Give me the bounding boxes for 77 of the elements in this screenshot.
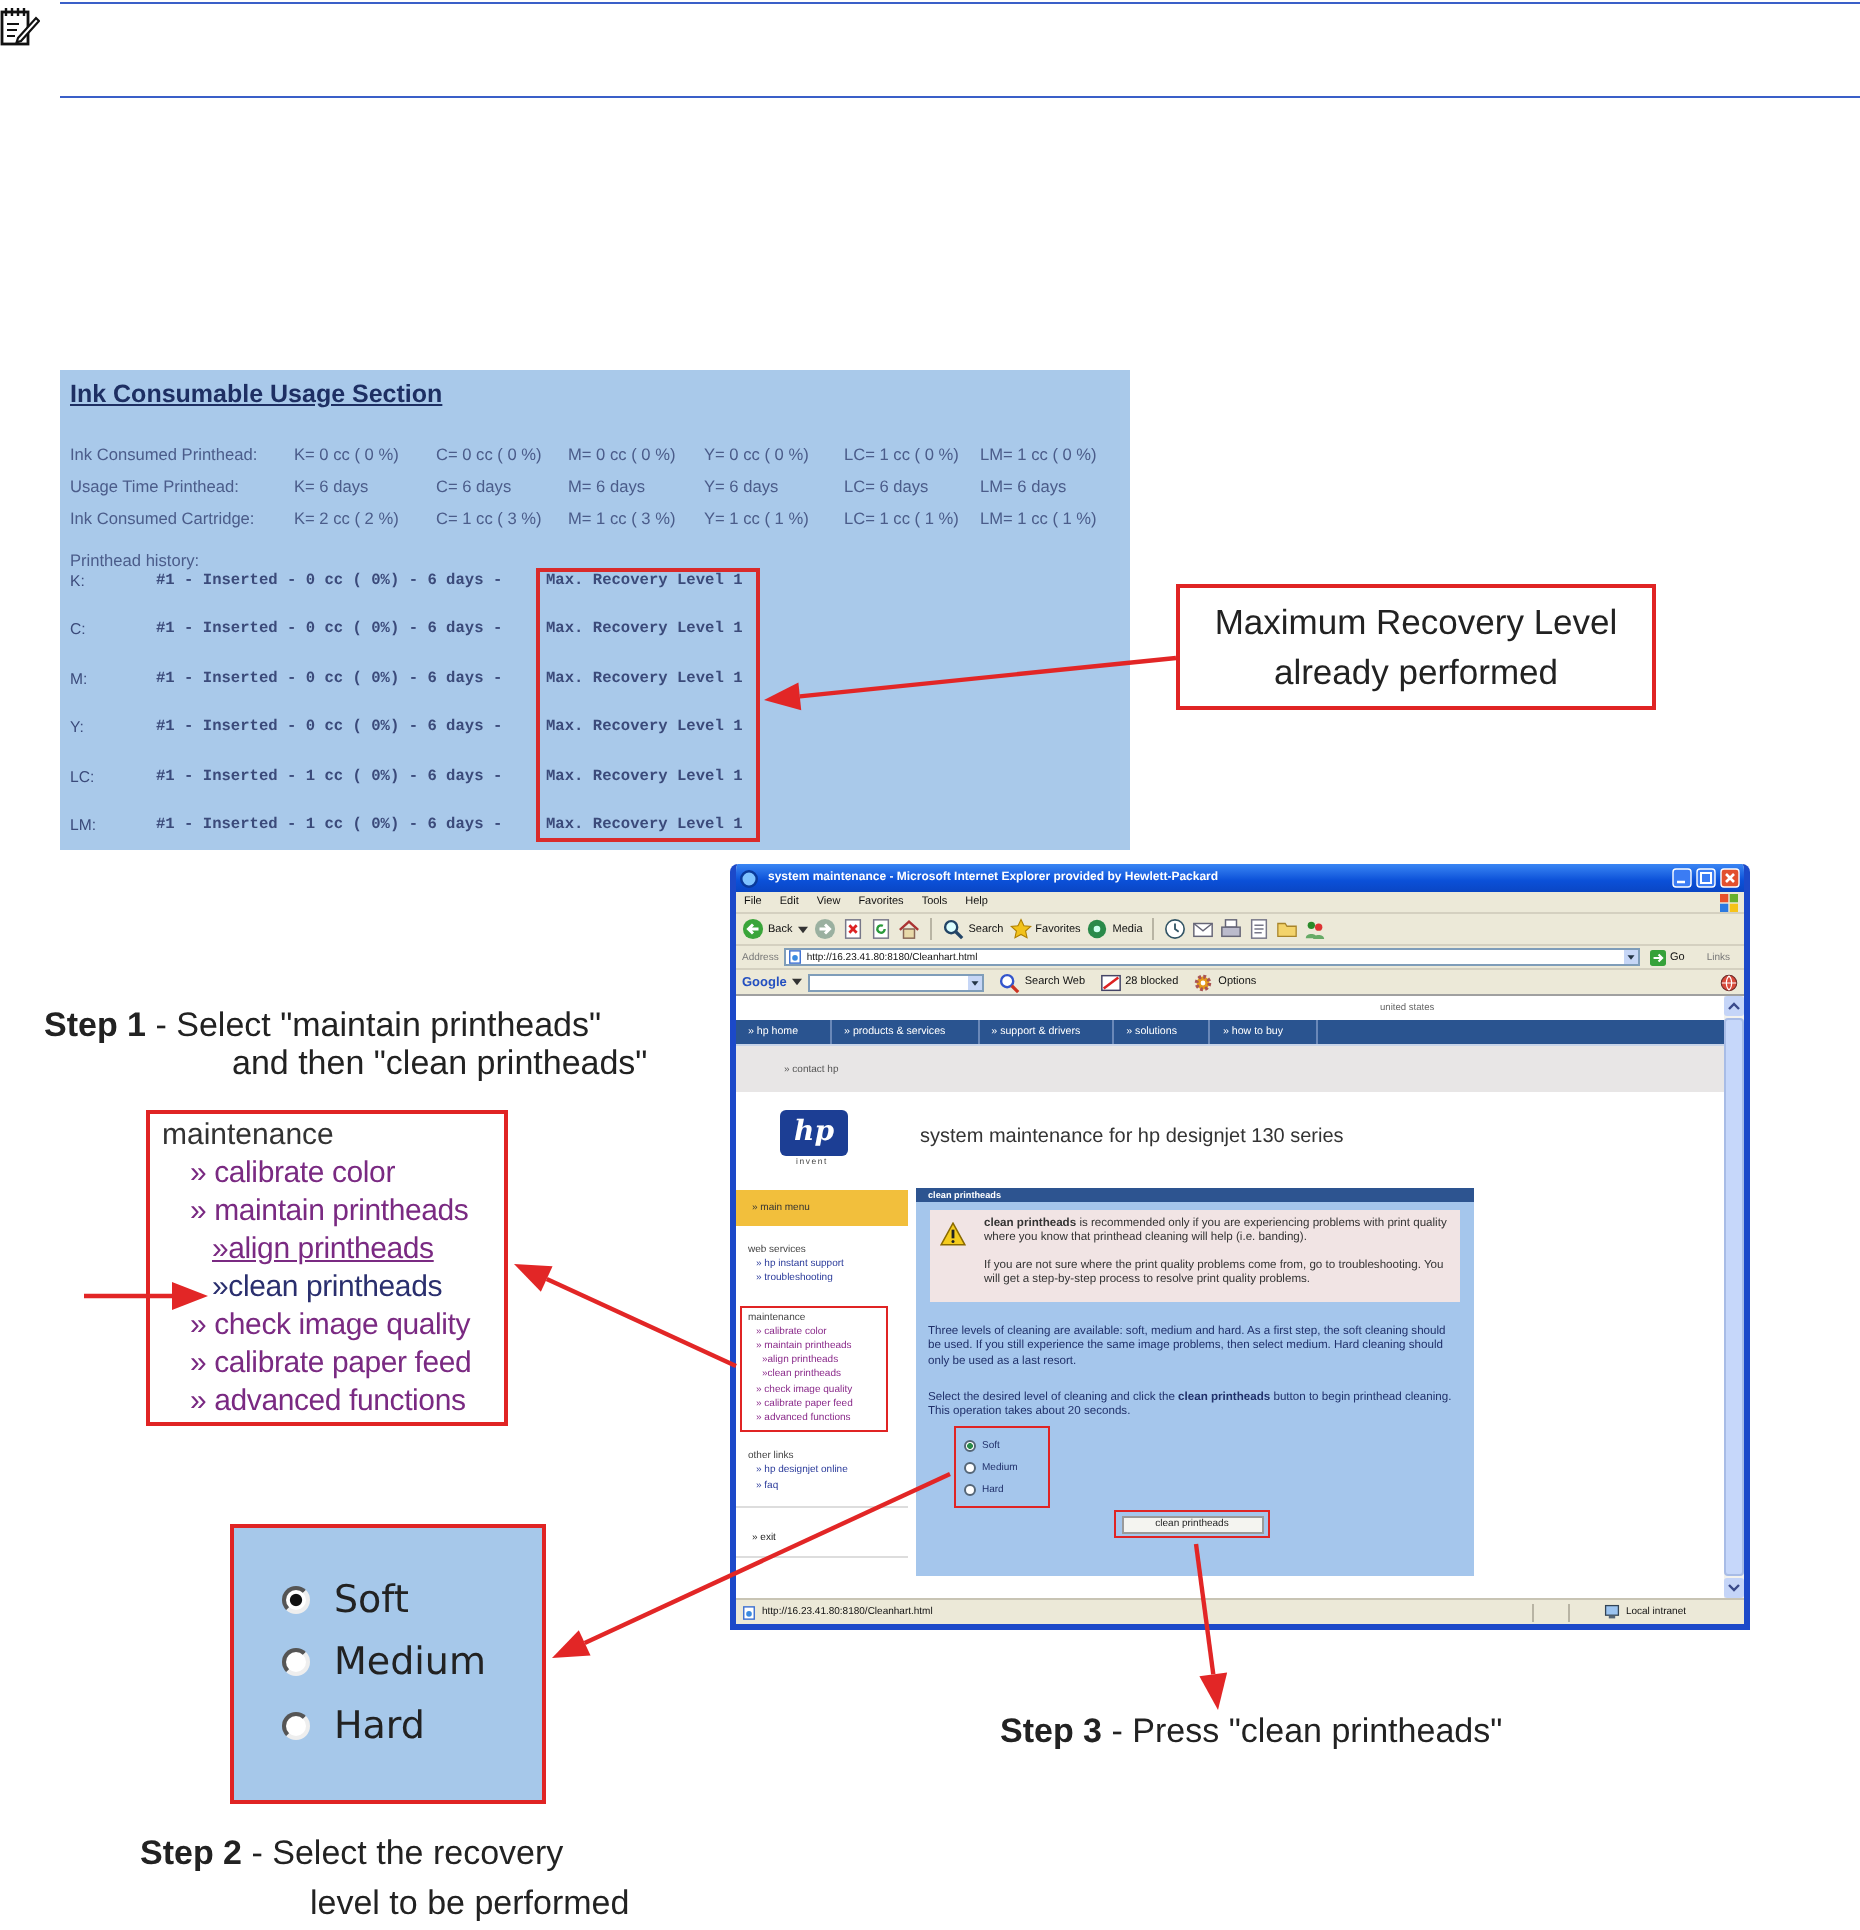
radio-button[interactable] [282, 1585, 310, 1614]
document-icon[interactable] [1248, 918, 1271, 940]
stop-icon[interactable] [842, 918, 865, 940]
usage-value: LC= 6 days [844, 474, 931, 500]
usage-value: LC= 1 cc ( 0 %) [844, 442, 961, 468]
usage-value: Y= 0 cc ( 0 %) [704, 442, 811, 468]
minimize-button[interactable] [1672, 868, 1692, 888]
folder-icon[interactable] [1276, 918, 1299, 940]
home-icon[interactable] [898, 918, 921, 940]
step-instruction: Step 2 - Select the recovery level to be performed [140, 1832, 630, 1926]
menu-link[interactable]: » calibrate color [190, 1154, 395, 1192]
page-icon [742, 1605, 756, 1619]
envelope-icon[interactable] [1192, 918, 1215, 940]
usage-value: M= 1 cc ( 3 %) [568, 506, 678, 532]
usage-value: LM= 1 cc ( 1 %) [980, 506, 1099, 532]
star-icon [1009, 918, 1032, 940]
radio-button[interactable] [964, 1483, 976, 1496]
app-icon [740, 869, 758, 887]
scroll-down-icon[interactable] [1724, 1578, 1744, 1598]
radio-button[interactable] [964, 1461, 976, 1474]
option-label: Hard [334, 1701, 425, 1750]
usage-value: M= 6 days [568, 474, 648, 500]
refresh-icon[interactable] [870, 918, 893, 940]
usage-value: LM= 1 cc ( 0 %) [980, 442, 1099, 468]
menu-link[interactable]: » maintain printheads [190, 1192, 469, 1230]
caret-icon[interactable] [792, 978, 803, 986]
search-icon [942, 918, 965, 940]
callout-box: Maximum Recovery Level already performed [1176, 584, 1656, 710]
usage-value: C= 6 days [436, 474, 514, 500]
option-label: Soft [334, 1575, 409, 1624]
menu-link[interactable]: »align printheads [212, 1230, 434, 1268]
search-field[interactable] [808, 973, 985, 991]
menu-link[interactable]: »clean printheads [212, 1268, 443, 1306]
radio-button[interactable] [282, 1648, 310, 1677]
dropdown-arrow-icon[interactable] [1623, 950, 1638, 964]
computer-icon [1603, 1604, 1620, 1620]
caret-icon[interactable] [798, 925, 809, 933]
menu-link[interactable]: » check image quality [190, 1306, 471, 1344]
page-icon [788, 950, 803, 964]
logo-tile: hp [780, 1109, 848, 1155]
menu-link[interactable]: » calibrate paper feed [190, 1344, 472, 1382]
step-instruction: Step 1 - Select "maintain printheads" and then "clean printheads" [44, 1006, 648, 1082]
usage-value: C= 1 cc ( 3 %) [436, 506, 544, 532]
usage-value: LM= 6 days [980, 474, 1069, 500]
usage-value: M= 0 cc ( 0 %) [568, 442, 678, 468]
back-arrow-icon [742, 918, 764, 940]
usage-value: Y= 6 days [704, 474, 781, 500]
globe-icon[interactable] [1720, 973, 1738, 991]
usage-value: LC= 1 cc ( 1 %) [844, 506, 961, 532]
flag-icon [1720, 893, 1738, 911]
page-heading: system maintenance for hp designjet 130 series [920, 1126, 1344, 1148]
arrow-icon [1649, 949, 1666, 965]
printer-icon[interactable] [1220, 918, 1243, 940]
radio-button[interactable] [282, 1711, 310, 1740]
close-button[interactable] [1720, 868, 1740, 888]
option-label: Medium [334, 1638, 486, 1687]
scroll-up-icon[interactable] [1724, 996, 1744, 1016]
row-label: Ink Consumed Cartridge: [70, 506, 257, 532]
disc-icon [1086, 918, 1109, 940]
warning-icon [940, 1222, 966, 1246]
people-icon[interactable] [1304, 918, 1327, 940]
row-label: Usage Time Printhead: [70, 474, 241, 500]
row-label: Ink Consumed Printhead: [70, 442, 260, 468]
usage-value: K= 6 days [294, 474, 371, 500]
clock-icon[interactable] [1164, 918, 1187, 940]
usage-value: K= 2 cc ( 2 %) [294, 506, 401, 532]
menu-heading: maintenance [162, 1116, 334, 1154]
step-instruction: Step 3 - Press "clean printheads" [1000, 1710, 1503, 1754]
history-title: Printhead history: [70, 548, 200, 572]
dropdown-arrow-icon[interactable] [968, 975, 983, 989]
usage-value: K= 0 cc ( 0 %) [294, 442, 401, 468]
radio-button[interactable] [964, 1439, 976, 1452]
menu-link[interactable]: » advanced functions [190, 1382, 466, 1420]
usage-value: Y= 1 cc ( 1 %) [704, 506, 811, 532]
maximize-button[interactable] [1696, 868, 1716, 888]
section-title: Ink Consumable Usage Section [70, 378, 443, 410]
usage-value: C= 0 cc ( 0 %) [436, 442, 544, 468]
